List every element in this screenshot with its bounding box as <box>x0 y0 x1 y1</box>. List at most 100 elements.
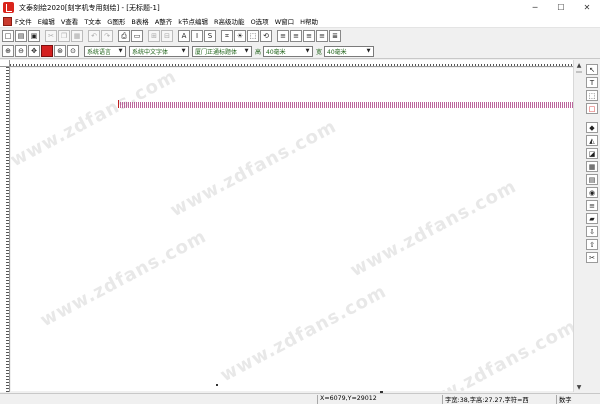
scroll-up-icon[interactable]: ▲ <box>574 60 584 70</box>
window-controls: ─ ☐ ✕ <box>522 0 600 15</box>
status-font-info: 字宽:38,字高:27.27,字符=西 <box>442 395 554 404</box>
align-left-icon[interactable]: ≡ <box>277 30 289 42</box>
align-center-icon[interactable]: ≡ <box>290 30 302 42</box>
menu-help[interactable]: H帮助 <box>297 16 321 26</box>
align-distribute-icon[interactable]: ≣ <box>329 30 341 42</box>
copy-icon[interactable]: ❐ <box>58 30 70 42</box>
english-font-select-value: 厦门正通标题体 <box>195 48 238 56</box>
line-icon[interactable]: ≡ <box>586 200 598 211</box>
shape-edit-icon[interactable]: ⬚ <box>586 90 598 101</box>
drawing-canvas[interactable]: www.zdfans.com www.zdfans.com www.zdfans… <box>11 68 573 391</box>
tool-palette: ↖ T ⬚ □ ◆ ◭ ◪ ▦ ▤ ◉ ≡ ▰ ⇩ ⇧ ✂ <box>584 60 600 392</box>
text-tool-icon[interactable]: T <box>586 77 598 88</box>
dashed-rect-icon[interactable]: ⬚ <box>247 30 259 42</box>
menu-node-edit[interactable]: k节点编辑 <box>175 16 211 26</box>
zoom-out-icon[interactable]: ⊖ <box>15 45 27 57</box>
undo-icon[interactable]: ↶ <box>88 30 100 42</box>
language-select-value: 系统语言 <box>87 48 112 56</box>
status-bar: X=6079,Y=29012 字宽:38,字高:27.27,字符=西 数字 <box>0 393 600 404</box>
gradient-icon[interactable]: ▰ <box>586 213 598 224</box>
pointer-icon[interactable]: ↖ <box>586 64 598 75</box>
layer-icon[interactable]: ▤ <box>586 174 598 185</box>
main-toolbar: □ ▤ ▣ ✂ ❐ ▦ ↶ ↷ ⎙ ▭ ⊞ ⊟ A I S ⌗ ☀ ⬚ ⟲ ≡ … <box>0 29 600 43</box>
print-icon[interactable]: ⎙ <box>118 30 130 42</box>
watermark: www.zdfans.com <box>166 115 341 222</box>
width-input[interactable]: 40毫米 ▼ <box>324 45 375 57</box>
paint-icon[interactable]: ◉ <box>586 187 598 198</box>
ruler-corner <box>0 60 10 67</box>
table-icon[interactable]: ▦ <box>586 161 598 172</box>
zoom-fit-icon[interactable]: ⊛ <box>54 45 66 57</box>
chevron-down-icon: ▼ <box>118 48 123 54</box>
bold-icon[interactable]: A <box>178 30 190 42</box>
paste-icon[interactable]: ▦ <box>71 30 83 42</box>
scroll-thumb[interactable] <box>576 71 582 73</box>
scroll-down-icon[interactable]: ▼ <box>574 382 584 392</box>
menu-text[interactable]: T文本 <box>81 16 104 26</box>
height-input[interactable]: 40毫米 ▼ <box>263 45 314 57</box>
open-icon[interactable]: ▤ <box>15 30 27 42</box>
language-select[interactable]: 系统语言 ▼ <box>84 45 126 57</box>
width-label: 宽 <box>316 48 323 56</box>
close-button[interactable]: ✕ <box>574 0 600 15</box>
title-bar: 文泰刻绘2020[刻字机专用刻绘] - [无标题-1] ─ ☐ ✕ <box>0 0 600 15</box>
status-mode: 数字 <box>556 395 600 404</box>
chinese-font-select-value: 系统中文字体 <box>132 48 169 56</box>
chinese-font-select[interactable]: 系统中文字体 ▼ <box>129 45 189 57</box>
menu-edit[interactable]: E编辑 <box>35 16 58 26</box>
horizontal-ruler <box>10 60 573 67</box>
menu-align[interactable]: A整齐 <box>152 16 175 26</box>
save-icon[interactable]: ▣ <box>28 30 40 42</box>
menu-advanced[interactable]: R高级功能 <box>211 16 248 26</box>
shadow-icon[interactable]: ◪ <box>586 148 598 159</box>
watermark: www.zdfans.com <box>11 68 181 172</box>
chevron-down-icon: ▼ <box>244 48 249 54</box>
menu-options[interactable]: O选项 <box>248 16 272 26</box>
bulb-icon[interactable]: ☀ <box>234 30 246 42</box>
align-right-icon[interactable]: ≡ <box>303 30 315 42</box>
status-message <box>2 395 315 404</box>
color-icon[interactable] <box>41 45 53 57</box>
italic-icon[interactable]: I <box>191 30 203 42</box>
menu-window[interactable]: W窗口 <box>272 16 297 26</box>
menu-view[interactable]: V查看 <box>58 16 81 26</box>
width-input-value: 40毫米 <box>327 48 347 56</box>
rectangle-icon[interactable]: □ <box>586 103 598 114</box>
cut-icon[interactable]: ✂ <box>45 30 57 42</box>
minimize-button[interactable]: ─ <box>522 0 548 15</box>
menu-table[interactable]: B表格 <box>128 16 151 26</box>
page-marker <box>216 384 218 386</box>
app-logo-icon[interactable] <box>3 2 14 13</box>
chevron-down-icon: ▼ <box>305 48 310 54</box>
menu-graphics[interactable]: G图形 <box>104 16 128 26</box>
align-justify-icon[interactable]: ≡ <box>316 30 328 42</box>
watermark: www.zdfans.com <box>346 175 521 282</box>
menu-file[interactable]: F文件 <box>12 16 35 26</box>
pan-icon[interactable]: ✥ <box>28 45 40 57</box>
import-icon[interactable]: ⇩ <box>586 226 598 237</box>
text-baseline[interactable] <box>120 102 573 108</box>
vertical-scrollbar[interactable]: ▲ ▼ <box>573 60 583 392</box>
new-icon[interactable]: □ <box>2 30 14 42</box>
maximize-button[interactable]: ☐ <box>548 0 574 15</box>
vertical-text-icon[interactable]: S <box>204 30 216 42</box>
cut-path-icon[interactable]: ✂ <box>586 252 598 263</box>
status-coords: X=6079,Y=29012 <box>317 395 442 404</box>
ungroup-icon[interactable]: ⊟ <box>161 30 173 42</box>
vertical-ruler <box>0 67 10 392</box>
height-input-value: 40毫米 <box>266 48 286 56</box>
zoom-page-icon[interactable]: ⊙ <box>67 45 79 57</box>
rotate-icon[interactable]: ⟲ <box>260 30 272 42</box>
fill-icon[interactable]: ◆ <box>586 122 598 133</box>
document-icon[interactable] <box>3 16 12 26</box>
group-icon[interactable]: ⊞ <box>148 30 160 42</box>
preview-icon[interactable]: ▭ <box>131 30 143 42</box>
stroke-icon[interactable]: ◭ <box>586 135 598 146</box>
redo-icon[interactable]: ↷ <box>101 30 113 42</box>
height-label: 高 <box>255 48 262 56</box>
crop-icon[interactable]: ⌗ <box>221 30 233 42</box>
english-font-select[interactable]: 厦门正通标题体 ▼ <box>192 45 252 57</box>
watermark: www.zdfans.com <box>216 280 391 387</box>
zoom-in-icon[interactable]: ⊕ <box>2 45 14 57</box>
export-icon[interactable]: ⇧ <box>586 239 598 250</box>
